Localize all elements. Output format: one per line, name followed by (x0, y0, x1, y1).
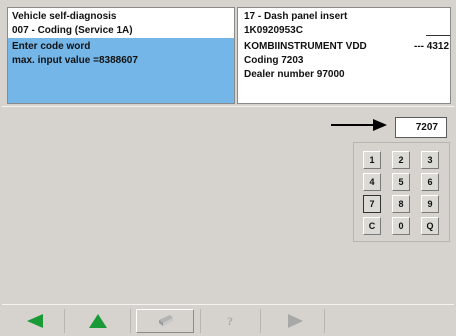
help-button[interactable]: ? (212, 309, 248, 333)
nav-divider (130, 309, 131, 333)
coding-label: Coding 7203 (244, 55, 304, 66)
key-2[interactable]: 2 (392, 151, 410, 169)
key-3[interactable]: 3 (421, 151, 439, 169)
divider (2, 106, 454, 107)
up-button[interactable] (80, 309, 116, 333)
divider-line (426, 35, 450, 36)
dealer-label: Dealer number 97000 (244, 69, 345, 80)
nav-divider (200, 309, 201, 333)
key-0[interactable]: 0 (392, 217, 410, 235)
nav-divider (64, 309, 65, 333)
key-8[interactable]: 8 (392, 195, 410, 213)
navigation-bar: ? (2, 304, 454, 335)
control-unit-panel: 17 - Dash panel insert 1K0920953C KOMBII… (237, 7, 451, 104)
part-number: 1K0920953C (244, 25, 303, 36)
code-input[interactable]: 7207 (395, 117, 447, 138)
key-9[interactable]: 9 (421, 195, 439, 213)
arrow-left-icon (27, 314, 43, 328)
forward-button[interactable] (276, 309, 314, 333)
prompt-label: Enter code word (12, 41, 91, 52)
key-1[interactable]: 1 (363, 151, 381, 169)
keypad: 1 2 3 4 5 6 7 8 9 C 0 Q (353, 142, 450, 242)
play-icon (288, 314, 303, 328)
max-value-hint: max. input value =8388607 (12, 55, 138, 66)
print-icon (159, 315, 173, 326)
component-label: KOMBIINSTRUMENT VDD (244, 41, 367, 52)
key-quit[interactable]: Q (421, 217, 439, 235)
help-icon: ? (227, 313, 233, 328)
screen-title: Vehicle self-diagnosis (12, 11, 117, 22)
key-5[interactable]: 5 (392, 173, 410, 191)
arrow-right-icon (331, 119, 387, 131)
component-code: --- 4312 (414, 41, 450, 52)
diagnosis-screen: Vehicle self-diagnosis 007 - Coding (Ser… (2, 2, 454, 335)
key-6[interactable]: 6 (421, 173, 439, 191)
print-button[interactable] (136, 309, 194, 333)
arrow-up-icon (89, 314, 107, 328)
key-7[interactable]: 7 (363, 195, 381, 213)
function-panel: Vehicle self-diagnosis 007 - Coding (Ser… (7, 7, 235, 104)
key-4[interactable]: 4 (363, 173, 381, 191)
back-button[interactable] (16, 309, 54, 333)
key-clear[interactable]: C (363, 217, 381, 235)
nav-divider (324, 309, 325, 333)
module-label: 17 - Dash panel insert (244, 11, 348, 22)
nav-divider (260, 309, 261, 333)
function-label: 007 - Coding (Service 1A) (12, 25, 133, 36)
